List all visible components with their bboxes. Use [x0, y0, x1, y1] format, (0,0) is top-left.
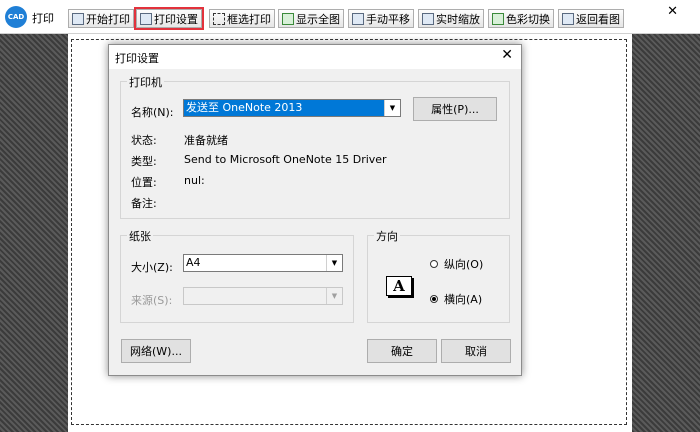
where-label: 位置: [131, 176, 157, 189]
cancel-button[interactable]: 取消 [441, 339, 511, 363]
printer-name-value: 发送至 OneNote 2013 [184, 100, 384, 116]
chevron-down-icon[interactable]: ▼ [384, 100, 400, 116]
start-print-button[interactable]: 开始打印 [68, 9, 134, 28]
zoom-button[interactable]: 实时缩放 [418, 9, 484, 28]
color-switch-button[interactable]: 色彩切换 [488, 9, 554, 28]
zoom-icon [422, 12, 434, 25]
chevron-down-icon[interactable]: ▼ [326, 255, 342, 271]
status-value: 准备就绪 [184, 134, 228, 147]
radio-button-selected-icon[interactable] [430, 295, 438, 303]
paper-size-value: A4 [186, 256, 201, 269]
paper-source-value [184, 288, 326, 304]
portrait-label: 纵向(O) [444, 258, 484, 271]
where-value: nul: [184, 174, 205, 187]
back-to-view-button[interactable]: 返回看图 [558, 9, 624, 28]
print-settings-icon [140, 12, 152, 25]
title-toolbar: CAD 打印 开始打印 打印设置 框选打印 显示全图 手动平移 实时缩放 色彩切… [0, 0, 700, 34]
landscape-orientation-icon: A [386, 276, 412, 296]
paper-size-select[interactable]: A4 ▼ [183, 254, 343, 272]
color-switch-icon [492, 12, 504, 25]
paper-source-label: 来源(S): [131, 294, 173, 307]
print-settings-button[interactable]: 打印设置 [134, 7, 204, 30]
printer-name-label: 名称(N): [131, 106, 174, 119]
landscape-radio[interactable]: 横向(A) [430, 291, 482, 307]
printer-name-select[interactable]: 发送至 OneNote 2013 ▼ [183, 99, 401, 117]
ok-button[interactable]: 确定 [367, 339, 437, 363]
network-button[interactable]: 网络(W)... [121, 339, 191, 363]
pan-icon [352, 12, 364, 25]
type-label: 类型: [131, 155, 157, 168]
fit-view-button[interactable]: 显示全图 [278, 9, 344, 28]
printer-icon [72, 12, 84, 25]
dialog-title: 打印设置 [115, 52, 159, 65]
pan-button[interactable]: 手动平移 [348, 9, 414, 28]
comment-label: 备注: [131, 197, 157, 210]
paper-group-label: 纸张 [127, 228, 153, 244]
preview-margin-right [632, 34, 700, 432]
portrait-radio[interactable]: 纵向(O) [430, 256, 483, 272]
paper-group: 纸张 [120, 228, 354, 323]
orientation-group-label: 方向 [374, 228, 400, 244]
box-select-icon [213, 12, 225, 25]
print-settings-dialog: 打印设置 ✕ 打印机 名称(N): 发送至 OneNote 2013 ▼ 属性(… [108, 44, 522, 376]
status-label: 状态: [131, 134, 157, 147]
app-logo-icon: CAD [5, 6, 27, 28]
type-value: Send to Microsoft OneNote 15 Driver [184, 153, 387, 166]
window-close-icon[interactable]: ✕ [667, 4, 678, 19]
preview-margin-left [0, 34, 68, 432]
chevron-down-icon: ▼ [326, 288, 342, 304]
fit-view-icon [282, 12, 294, 25]
back-icon [562, 12, 574, 25]
box-select-print-button[interactable]: 框选打印 [209, 9, 275, 28]
landscape-label: 横向(A) [444, 293, 483, 306]
printer-group-label: 打印机 [127, 74, 164, 90]
radio-button-icon[interactable] [430, 260, 438, 268]
dialog-titlebar: 打印设置 ✕ [109, 45, 521, 69]
paper-source-select[interactable]: ▼ [183, 287, 343, 305]
paper-size-label: 大小(Z): [131, 261, 173, 274]
properties-button[interactable]: 属性(P)... [413, 97, 497, 121]
dialog-close-icon[interactable]: ✕ [501, 47, 513, 63]
window-title: 打印 [32, 12, 54, 25]
